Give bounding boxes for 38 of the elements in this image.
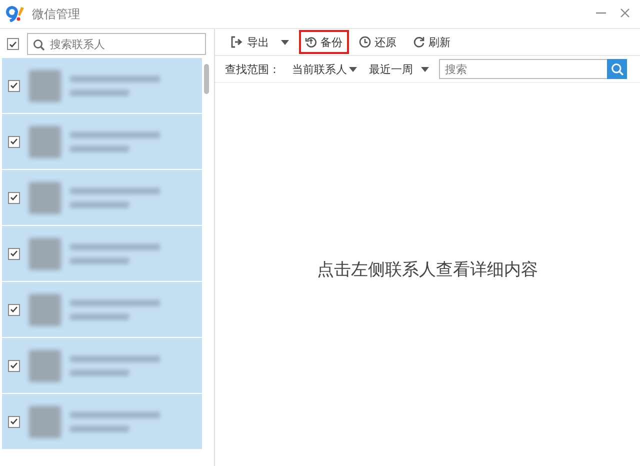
window-title: 微信管理	[32, 6, 81, 22]
checkbox[interactable]	[8, 416, 20, 428]
app-logo-icon	[6, 6, 26, 22]
checkbox[interactable]	[8, 192, 20, 204]
avatar-placeholder	[29, 182, 61, 214]
search-button[interactable]	[607, 59, 627, 79]
caret-icon	[421, 66, 429, 72]
close-icon	[620, 8, 630, 18]
contact-search-field[interactable]: 搜索联系人	[27, 33, 206, 55]
avatar-placeholder	[29, 294, 61, 326]
avatar-placeholder	[29, 350, 61, 382]
avatar-placeholder	[29, 126, 61, 158]
search-scope-label: 查找范围：	[225, 62, 280, 76]
restore-button[interactable]: 还原	[352, 30, 402, 54]
export-button[interactable]: 导出	[225, 30, 294, 54]
avatar-placeholder	[29, 70, 61, 102]
caret-icon	[280, 40, 288, 44]
avatar-placeholder	[29, 238, 61, 270]
select-all-checkbox[interactable]	[7, 38, 19, 50]
avatar-placeholder	[29, 406, 61, 438]
search-icon	[33, 39, 45, 51]
checkbox[interactable]	[8, 136, 20, 148]
refresh-icon	[412, 36, 424, 48]
export-icon	[231, 36, 243, 48]
refresh-button[interactable]: 刷新	[406, 30, 456, 54]
caret-icon	[349, 66, 357, 72]
checkbox[interactable]	[8, 360, 20, 372]
clock-icon	[358, 36, 370, 48]
search-field[interactable]: 搜索	[439, 59, 607, 79]
scrollbar-thumb[interactable]	[204, 64, 209, 94]
checkbox[interactable]	[8, 80, 20, 92]
checkbox[interactable]	[8, 248, 20, 260]
period-dropdown[interactable]: 最近一周	[369, 62, 429, 76]
scope-dropdown[interactable]: 当前联系人	[292, 62, 357, 76]
empty-state-message: 点击左侧联系人查看详细内容	[317, 259, 538, 281]
backup-icon	[304, 36, 316, 48]
backup-button[interactable]: 备份	[298, 30, 348, 54]
checkbox[interactable]	[8, 304, 20, 316]
